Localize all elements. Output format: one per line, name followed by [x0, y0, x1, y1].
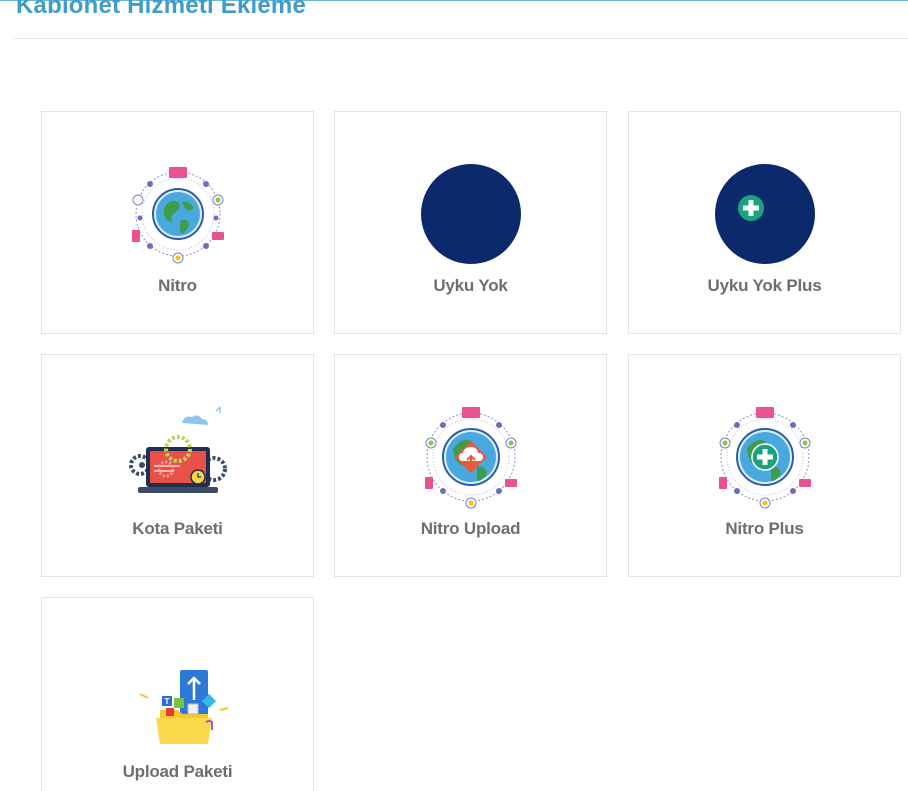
service-card-nitro[interactable]: Nitro [41, 111, 314, 334]
service-label: Uyku Yok [433, 276, 508, 295]
globe-network-icon [126, 162, 230, 266]
svg-text:T: T [164, 697, 169, 706]
globe-plus-icon [713, 405, 817, 509]
title-divider [14, 38, 908, 39]
folder-upload-icon: T [126, 648, 230, 752]
service-label: Uyku Yok Plus [707, 276, 822, 295]
service-card-nitro-upload[interactable]: Nitro Upload [334, 354, 607, 577]
service-label: Upload Paketi [122, 762, 233, 781]
service-label: Nitro Upload [420, 519, 521, 538]
service-card-upload-paketi[interactable]: T Upload Paketi [41, 597, 314, 791]
service-label: Nitro [158, 276, 197, 295]
service-label: Kota Paketi [132, 519, 223, 538]
laptop-gears-icon [126, 405, 230, 509]
globe-upload-icon [419, 405, 523, 509]
service-label: Nitro Plus [725, 519, 804, 538]
service-card-uyku-yok-plus[interactable]: Uyku Yok Plus [628, 111, 901, 334]
service-card-nitro-plus[interactable]: Nitro Plus [628, 354, 901, 577]
service-card-uyku-yok[interactable]: Uyku Yok [334, 111, 607, 334]
service-card-kota-paketi[interactable]: Kota Paketi [41, 354, 314, 577]
moon-icon [419, 162, 523, 266]
page-title: Kablonet Hizmeti Ekleme [16, 0, 307, 19]
moon-plus-icon [713, 162, 817, 266]
